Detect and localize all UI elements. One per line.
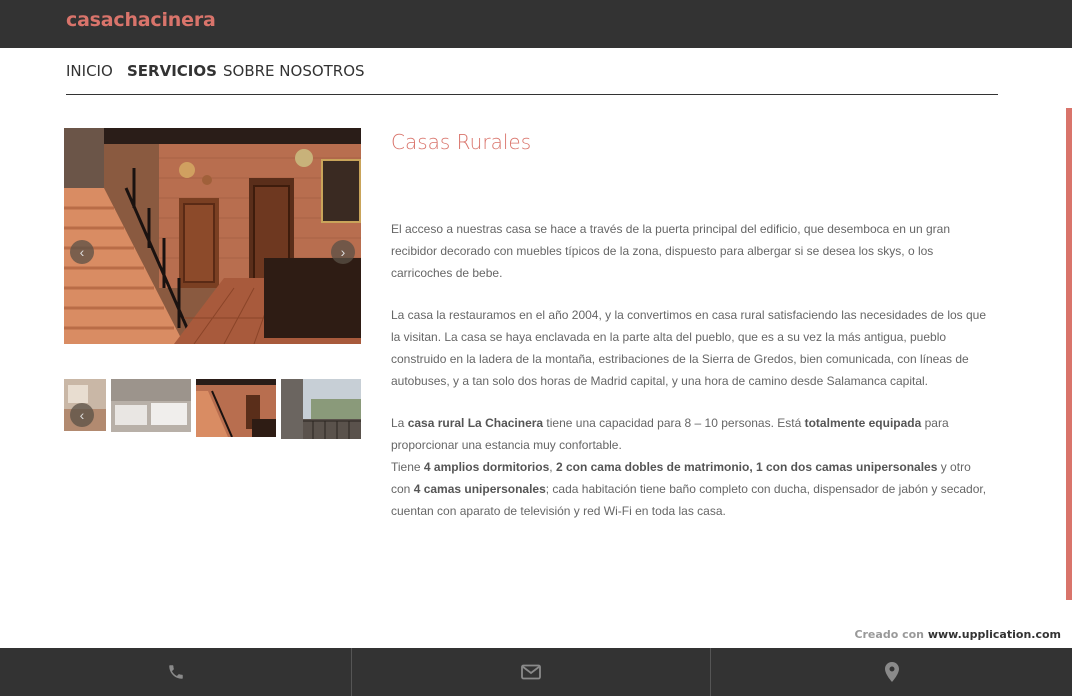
chevron-right-icon: › xyxy=(340,244,346,260)
chevron-left-icon: ‹ xyxy=(79,244,85,260)
phone-icon xyxy=(168,665,183,679)
location-button[interactable] xyxy=(711,648,1072,696)
credit-link[interactable]: www.upplication.com xyxy=(928,628,1061,641)
nav-item-sobre-nosotros[interactable]: SOBRE NOSOTROS xyxy=(223,62,365,80)
text-span: Tiene xyxy=(391,460,424,474)
bold-text: totalmente equipada xyxy=(804,416,922,430)
gallery-thumbnail-active[interactable] xyxy=(196,379,276,437)
page-title: Casas Rurales xyxy=(391,130,532,154)
thumbnail-image xyxy=(281,379,361,439)
paragraph-access: El acceso a nuestras casa se hace a trav… xyxy=(391,222,951,280)
bold-text: 2 con cama dobles de matrimonio, 1 con d… xyxy=(555,460,938,474)
paragraph-capacity: La casa rural La Chacinera tiene una cap… xyxy=(391,412,989,522)
site-logo[interactable]: casachacinera xyxy=(66,9,216,31)
text-span: , xyxy=(549,460,556,474)
gallery-thumbnail[interactable] xyxy=(281,379,361,439)
staircase-photo xyxy=(64,128,361,344)
footer-credit: Creado con www.upplication.com xyxy=(854,628,1061,641)
text-span: La xyxy=(391,416,408,430)
bottom-action-bar xyxy=(0,648,1072,696)
gallery-thumbnail[interactable]: ‹ xyxy=(64,379,106,431)
top-bar: casachacinera xyxy=(0,0,1072,48)
gallery-prev-button[interactable]: ‹ xyxy=(70,240,94,264)
gallery-thumbnail[interactable] xyxy=(111,379,191,432)
gallery-main-image: ‹ › xyxy=(64,128,361,344)
email-button[interactable] xyxy=(352,648,710,696)
nav-item-inicio[interactable]: INICIO xyxy=(66,62,113,80)
call-button[interactable] xyxy=(0,648,351,696)
mail-icon xyxy=(521,664,541,680)
bold-text: 4 camas unipersonales xyxy=(413,482,546,496)
text-span: tiene una capacidad para 8 – 10 personas… xyxy=(543,416,805,430)
scrollbar[interactable] xyxy=(1066,108,1072,600)
paragraph-history: La casa la restauramos en el año 2004, y… xyxy=(391,308,987,388)
bold-text: casa rural La Chacinera xyxy=(407,416,544,430)
bold-text: 4 amplios dormitorios xyxy=(423,460,550,474)
map-pin-icon xyxy=(884,662,899,682)
thumbnails-prev-button[interactable]: ‹ xyxy=(70,403,94,427)
main-nav: INICIO SERVICIOS SOBRE NOSOTROS xyxy=(66,60,998,95)
nav-item-servicios[interactable]: SERVICIOS xyxy=(127,62,217,80)
credit-label: Creado con xyxy=(854,628,928,641)
gallery-next-button[interactable]: › xyxy=(331,240,355,264)
chevron-left-icon: ‹ xyxy=(79,407,85,423)
thumbnail-image xyxy=(196,379,276,437)
thumbnail-image xyxy=(111,379,191,432)
